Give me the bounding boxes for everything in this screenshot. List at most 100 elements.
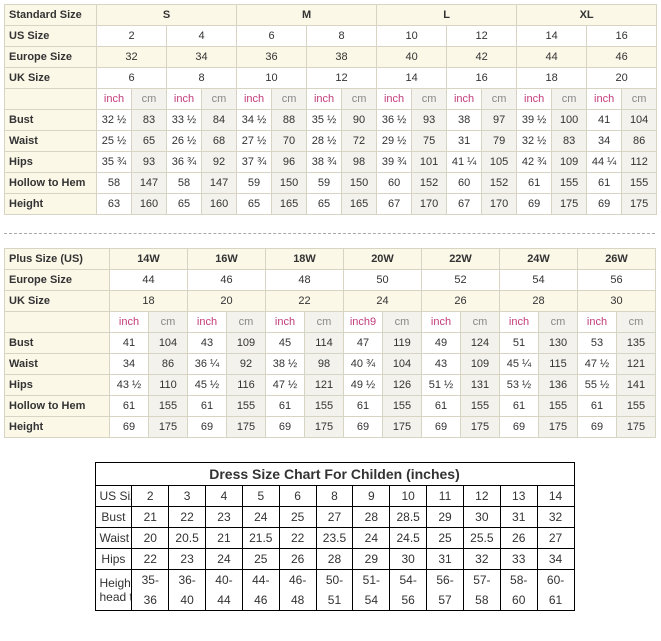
- table-row: Waist 25 ½65 26 ½68 27 ½70 28 ½72 29 ½75…: [5, 131, 657, 152]
- inch-header: inch: [237, 89, 272, 110]
- group-l: L: [377, 5, 517, 26]
- cell: 36: [132, 590, 169, 611]
- cell: 44: [110, 270, 188, 291]
- cell: 27: [316, 507, 353, 528]
- cell: 51: [500, 333, 539, 354]
- standard-size-table: Standard Size S M L XL US Size 2 4 6 8 1…: [4, 4, 657, 215]
- cell: 35 ½: [307, 110, 342, 131]
- cell: 88: [272, 110, 307, 131]
- cell: 44 ¼: [587, 152, 622, 173]
- us-size-label: US Size No.: [95, 486, 132, 507]
- cell: 130: [539, 333, 578, 354]
- cell: 16: [447, 68, 517, 89]
- cell: 175: [383, 417, 422, 438]
- cell: 96: [272, 152, 307, 173]
- cell: 45 ½: [188, 375, 227, 396]
- cell: 41: [587, 110, 622, 131]
- cell: 32: [97, 47, 167, 68]
- cell: 43: [188, 333, 227, 354]
- children-title: Dress Size Chart For Childen (inches): [95, 463, 574, 486]
- cell: 38: [447, 110, 482, 131]
- cell: 26: [422, 291, 500, 312]
- cell: 136: [539, 375, 578, 396]
- cell: 21.5: [242, 528, 279, 549]
- cell: 56: [390, 590, 427, 611]
- cell: 22: [169, 507, 206, 528]
- group-xl: XL: [517, 5, 657, 26]
- cell: 20.5: [169, 528, 206, 549]
- group-m: M: [237, 5, 377, 26]
- cell: 69: [110, 417, 149, 438]
- cm-header: cm: [149, 312, 188, 333]
- cell: 98: [342, 152, 377, 173]
- row-label: Height: [5, 417, 110, 438]
- cell: 59: [237, 173, 272, 194]
- cell: 31: [447, 131, 482, 152]
- cell: 54: [500, 270, 578, 291]
- cm-header: cm: [342, 89, 377, 110]
- cell: 155: [149, 396, 188, 417]
- cell: 22: [279, 528, 316, 549]
- cell: 2: [132, 486, 169, 507]
- cell: 175: [539, 417, 578, 438]
- cell: 16: [587, 26, 657, 47]
- cell: 155: [617, 396, 656, 417]
- cell: 69: [517, 194, 552, 215]
- cell: 12: [307, 68, 377, 89]
- cell: 68: [202, 131, 237, 152]
- cell: 56: [578, 270, 656, 291]
- table-row: Hollow to Hem 58147 58147 59150 59150 60…: [5, 173, 657, 194]
- cell: 150: [272, 173, 307, 194]
- cell: 135: [617, 333, 656, 354]
- row-label: Waist: [95, 528, 132, 549]
- cell: 36 ¼: [188, 354, 227, 375]
- cell: 121: [617, 354, 656, 375]
- uk-size-label: UK Size: [5, 68, 97, 89]
- cell: 53 ½: [500, 375, 539, 396]
- cell: 34: [587, 131, 622, 152]
- cell: 2: [97, 26, 167, 47]
- cell: 32: [537, 507, 574, 528]
- cell: 141: [617, 375, 656, 396]
- cell: 60: [377, 173, 412, 194]
- plus-size-row: Plus Size (US) 14W 16W 18W 20W 22W 24W 2…: [5, 249, 656, 270]
- cell: 38 ¾: [307, 152, 342, 173]
- cell: 26: [279, 549, 316, 570]
- cell: 69: [188, 417, 227, 438]
- cell: 97: [482, 110, 517, 131]
- cell: 20: [587, 68, 657, 89]
- cell: 67: [377, 194, 412, 215]
- row-label: Bust: [95, 507, 132, 528]
- table-row: Bust 41104 43109 45114 47119 49124 51130…: [5, 333, 656, 354]
- row-label: Hips: [95, 549, 132, 570]
- cell: 38: [307, 47, 377, 68]
- cell: 18: [110, 291, 188, 312]
- cell: 92: [227, 354, 266, 375]
- cell: 32: [463, 549, 500, 570]
- cell: 31: [500, 507, 537, 528]
- inch-header: inch: [266, 312, 305, 333]
- group-s: S: [97, 5, 237, 26]
- cell: 160: [132, 194, 167, 215]
- cell: 53: [578, 333, 617, 354]
- cell: 21: [206, 528, 243, 549]
- cell: 83: [552, 131, 587, 152]
- cell: 155: [552, 173, 587, 194]
- cell: 14: [517, 26, 587, 47]
- inch-header: inch9: [344, 312, 383, 333]
- inch-header: inch: [517, 89, 552, 110]
- cell: 8: [307, 26, 377, 47]
- cell: 29: [427, 507, 464, 528]
- cell: 61: [578, 396, 617, 417]
- cell: 24W: [500, 249, 578, 270]
- cell: 119: [383, 333, 422, 354]
- inch-header: inch: [377, 89, 412, 110]
- cell: 3: [169, 486, 206, 507]
- cell: 61: [344, 396, 383, 417]
- cell: 69: [266, 417, 305, 438]
- cell: 50-: [316, 570, 353, 591]
- cell: 32 ½: [97, 110, 132, 131]
- cell: 14: [377, 68, 447, 89]
- cell: 79: [482, 131, 517, 152]
- cell: 21: [132, 507, 169, 528]
